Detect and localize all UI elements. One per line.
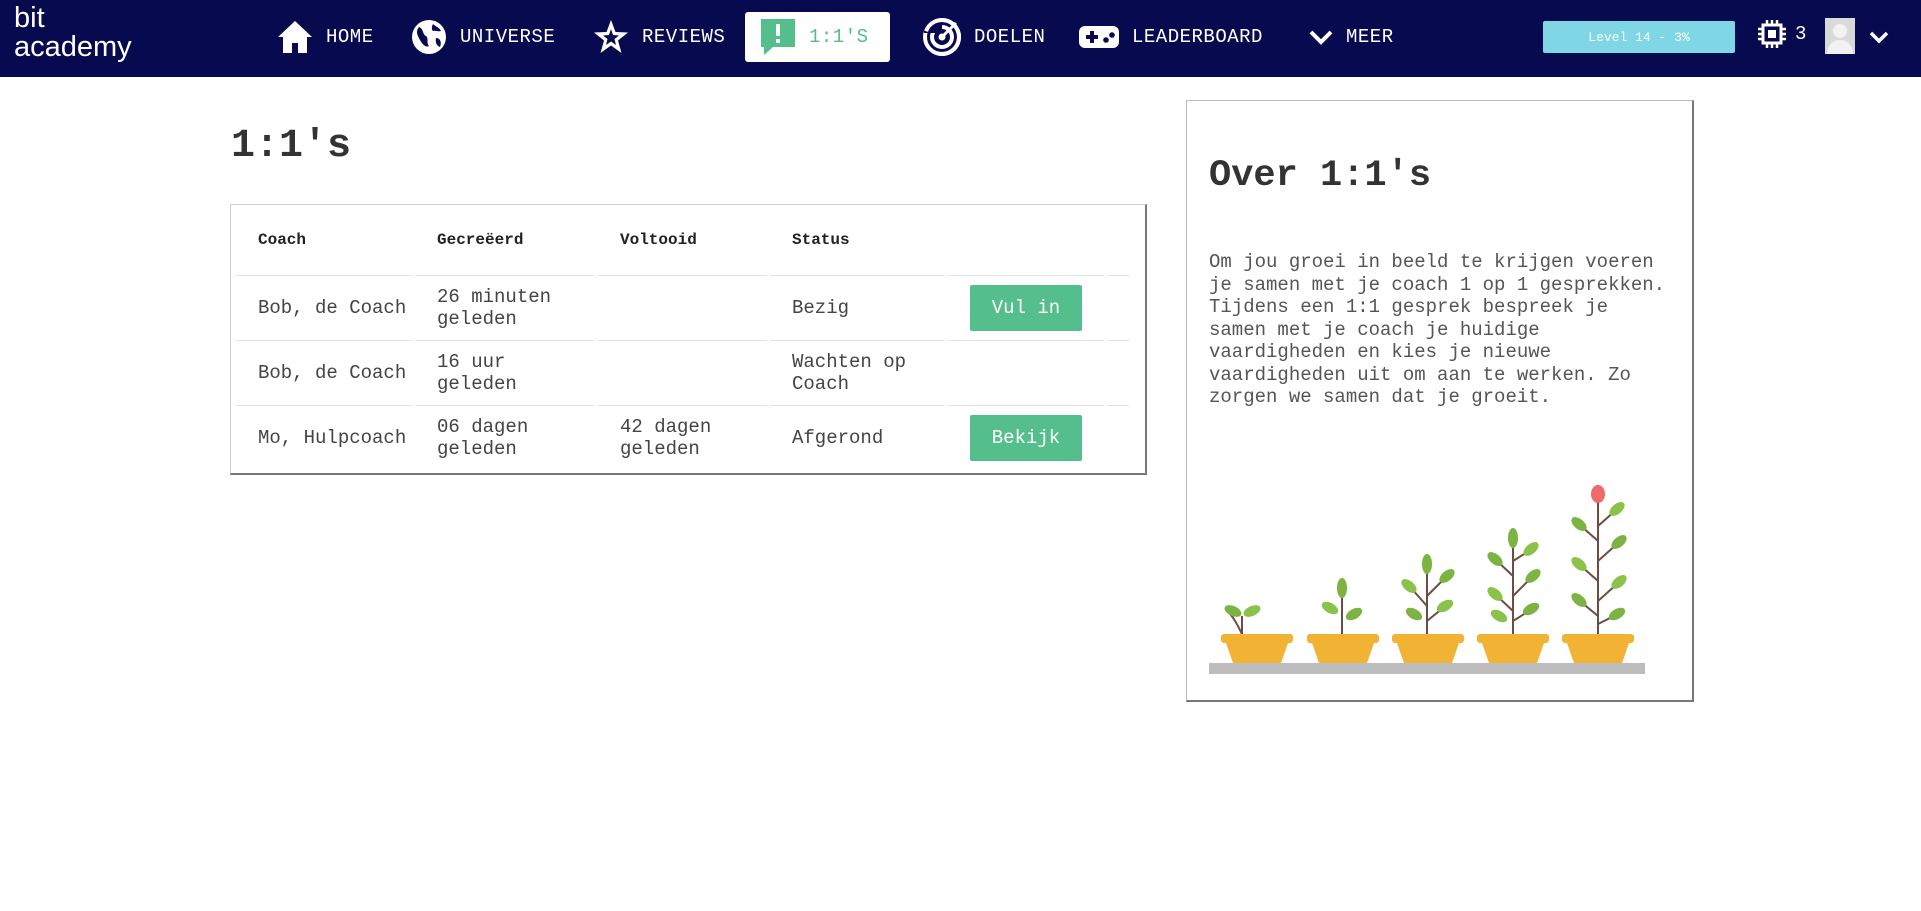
about-title: Over 1:1's (1209, 155, 1432, 197)
target-icon (923, 18, 961, 56)
cell-created: 26 minuten geleden (415, 276, 595, 341)
avatar[interactable] (1825, 18, 1855, 54)
cell-action: Bekijk (948, 406, 1104, 470)
cell-spacer (1107, 341, 1129, 406)
nav-one-on-ones[interactable]: 1:1'S (745, 12, 890, 62)
cell-action: Vul in (948, 276, 1104, 341)
cell-action (948, 341, 1104, 406)
nav-universe[interactable]: UNIVERSE (410, 12, 555, 62)
column-header-completed: Voltooid (598, 205, 767, 276)
cell-created: 06 dagen geleden (437, 416, 529, 460)
nav-leaderboard[interactable]: LEADERBOARD (1078, 12, 1263, 62)
chevron-down-icon (1869, 31, 1889, 44)
column-header-coach: Coach (236, 205, 412, 276)
table-row: Bob, de Coach 26 minuten geleden Bezig V… (236, 276, 1129, 341)
logo-line-2: academy (14, 31, 132, 63)
nav-doelen-label: DOELEN (974, 26, 1046, 48)
fill-in-button[interactable]: Vul in (970, 285, 1082, 331)
one-on-ones-table: Coach Gecreëerd Voltooid Status Bob, de … (233, 205, 1132, 470)
plant-pot-4 (1477, 528, 1549, 663)
about-one-on-ones-card: Over 1:1's Om jou groei in beeld te krij… (1186, 100, 1694, 702)
cell-status: Afgerond (792, 427, 884, 449)
nav-home-label: HOME (326, 26, 374, 48)
plant-pot-3 (1392, 554, 1464, 663)
cell-completed (598, 341, 767, 406)
cell-status: Bezig (770, 276, 945, 341)
table-row: Bob, de Coach 16 uur geleden Wachten op … (236, 341, 1129, 406)
view-button[interactable]: Bekijk (970, 415, 1082, 461)
gamepad-icon (1079, 26, 1119, 48)
chevron-down-icon (1309, 30, 1333, 45)
top-navbar: bit academy HOME UNIVERSE REVIEWS 1:1'S (0, 0, 1921, 77)
cell-completed: 42 dagen geleden (620, 416, 712, 460)
cell-spacer (1107, 406, 1129, 470)
chips-count: 3 (1795, 23, 1807, 45)
cell-status: Wachten op Coach (770, 341, 945, 406)
globe-icon (412, 20, 446, 54)
one-on-ones-table-card: Coach Gecreëerd Voltooid Status Bob, de … (230, 204, 1147, 475)
nav-reviews[interactable]: REVIEWS (592, 12, 725, 62)
column-header-created: Gecreëerd (415, 205, 595, 276)
nav-universe-label: UNIVERSE (460, 26, 556, 48)
chips-counter[interactable]: 3 (1757, 19, 1806, 49)
cell-spacer (1107, 276, 1129, 341)
column-header-action (948, 205, 1104, 276)
plant-pot-5 (1562, 485, 1634, 663)
column-header-spacer (1107, 205, 1129, 276)
page-title: 1:1's (231, 124, 352, 169)
nav-leaderboard-label: LEADERBOARD (1132, 26, 1263, 48)
level-label: Level 14 - 3% (1588, 29, 1690, 45)
nav-reviews-label: REVIEWS (642, 26, 726, 48)
plant-pot-1 (1221, 605, 1293, 663)
table-row: Mo, Hulpcoach 06 dagen geleden 42 dagen … (236, 406, 1129, 470)
nav-home[interactable]: HOME (276, 12, 374, 62)
cell-created: 16 uur geleden (415, 341, 595, 406)
cell-completed (598, 276, 767, 341)
chip-icon (1758, 20, 1786, 48)
logo-line-1: bit (14, 2, 45, 34)
account-menu-toggle[interactable] (1868, 27, 1890, 52)
nav-doelen[interactable]: DOELEN (922, 12, 1045, 62)
level-progress-bar[interactable]: Level 14 - 3% (1543, 21, 1735, 53)
growing-plants-illustration (1209, 485, 1645, 674)
cell-coach: Bob, de Coach (236, 341, 412, 406)
home-icon (278, 21, 312, 53)
plant-pot-2 (1307, 578, 1379, 663)
chat-icon (761, 19, 795, 55)
cell-coach: Bob, de Coach (236, 276, 412, 341)
nav-meer-label: MEER (1346, 26, 1394, 48)
column-header-status: Status (770, 205, 945, 276)
user-icon (1827, 24, 1853, 54)
about-text: Om jou groei in beeld te krijgen voeren … (1209, 251, 1666, 408)
nav-meer[interactable]: MEER (1308, 12, 1394, 62)
star-icon (594, 20, 628, 53)
nav-one-on-ones-label: 1:1'S (809, 26, 869, 48)
bit-academy-logo[interactable]: bit academy (14, 4, 149, 66)
cell-coach: Mo, Hulpcoach (258, 427, 407, 449)
